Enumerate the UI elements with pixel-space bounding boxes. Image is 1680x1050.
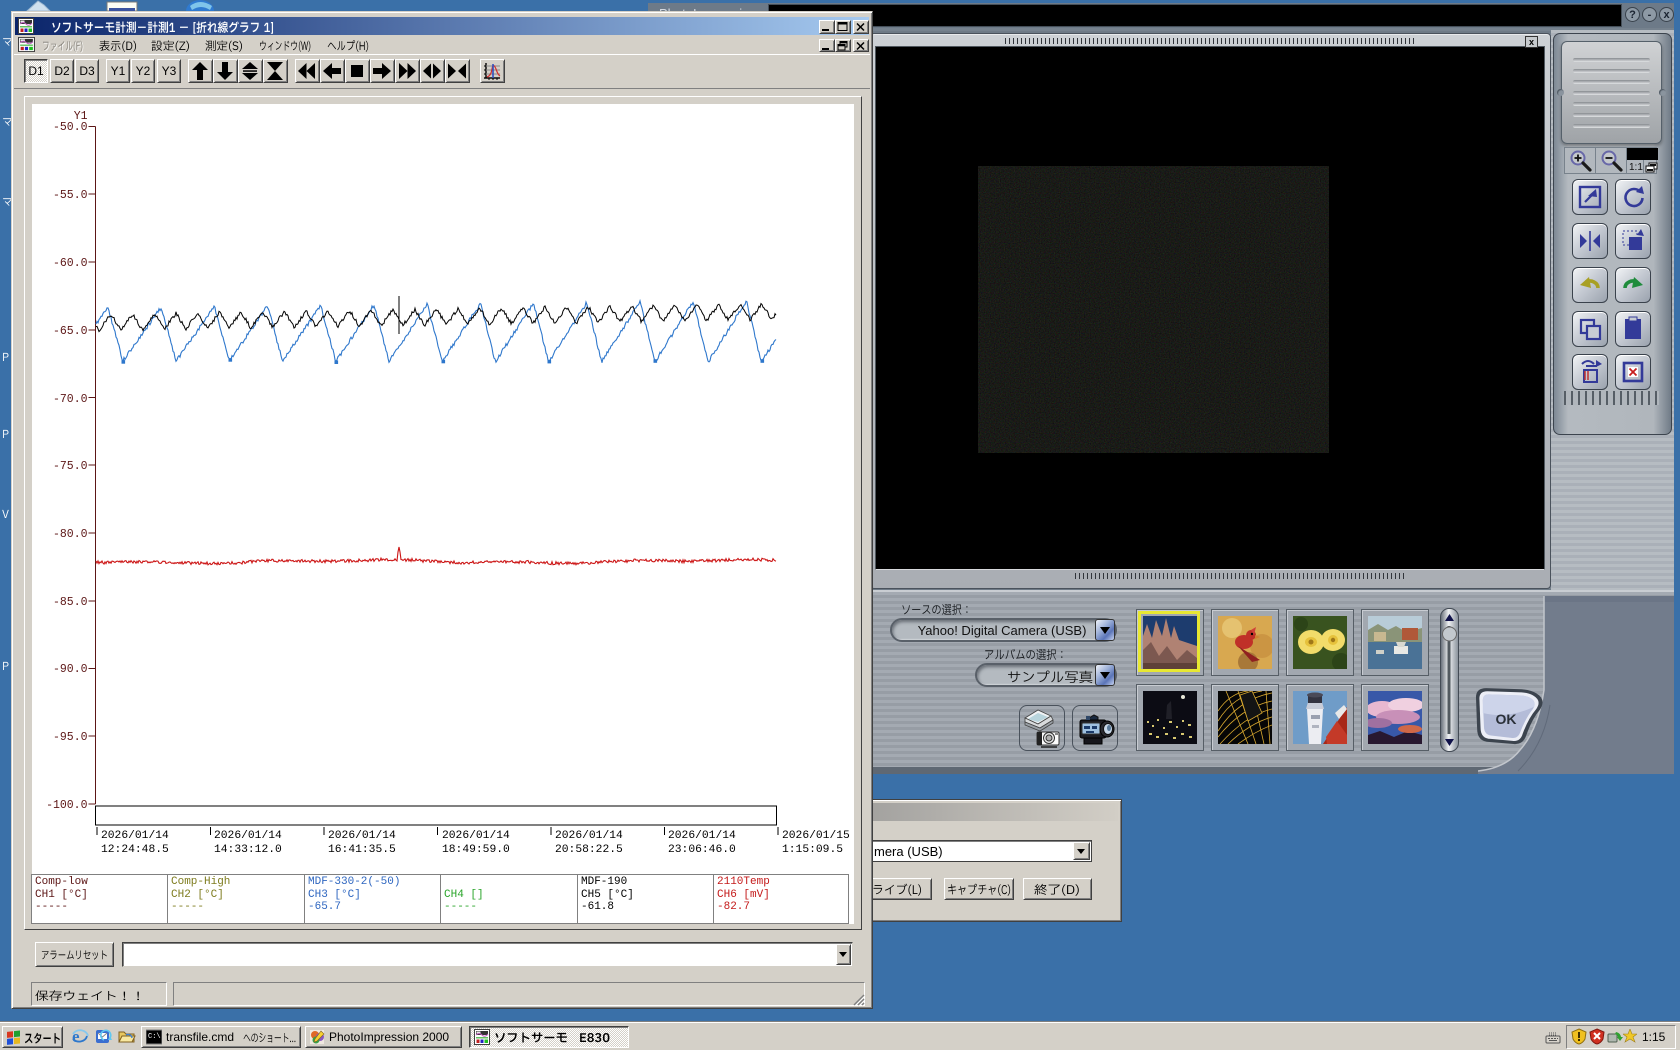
svg-text:2026/01/14: 2026/01/14 (214, 830, 282, 842)
svg-text:2026/01/14: 2026/01/14 (555, 830, 623, 842)
svg-text:2026/01/14: 2026/01/14 (328, 830, 396, 842)
svg-text:2026/01/15: 2026/01/15 (782, 830, 850, 842)
svg-text:OK: OK (1496, 711, 1517, 727)
svg-text:-85.0: -85.0 (53, 596, 88, 609)
svg-text:14:33:12.0: 14:33:12.0 (214, 844, 282, 856)
svg-text:-50.0: -50.0 (53, 121, 88, 134)
svg-text:20:58:22.5: 20:58:22.5 (555, 844, 623, 856)
svg-text:-60.0: -60.0 (53, 257, 88, 270)
svg-text:2026/01/14: 2026/01/14 (101, 830, 169, 842)
svg-text:-80.0: -80.0 (53, 528, 88, 541)
svg-text:-90.0: -90.0 (53, 663, 88, 676)
svg-text:2026/01/14: 2026/01/14 (668, 830, 736, 842)
svg-text:-70.0: -70.0 (53, 393, 88, 406)
svg-text:-55.0: -55.0 (53, 189, 88, 202)
svg-text:18:49:59.0: 18:49:59.0 (442, 844, 510, 856)
svg-text:-95.0: -95.0 (53, 731, 88, 744)
svg-text:12:24:48.5: 12:24:48.5 (101, 844, 169, 856)
svg-text:2026/01/14: 2026/01/14 (442, 830, 510, 842)
svg-text:1:15:09.5: 1:15:09.5 (782, 844, 843, 856)
svg-text:-65.0: -65.0 (53, 325, 88, 338)
svg-text:16:41:35.5: 16:41:35.5 (328, 844, 396, 856)
svg-text:C:\: C:\ (148, 1033, 161, 1041)
svg-text:-75.0: -75.0 (53, 460, 88, 473)
svg-text:23:06:46.0: 23:06:46.0 (668, 844, 736, 856)
svg-text:-100.0: -100.0 (46, 799, 88, 812)
